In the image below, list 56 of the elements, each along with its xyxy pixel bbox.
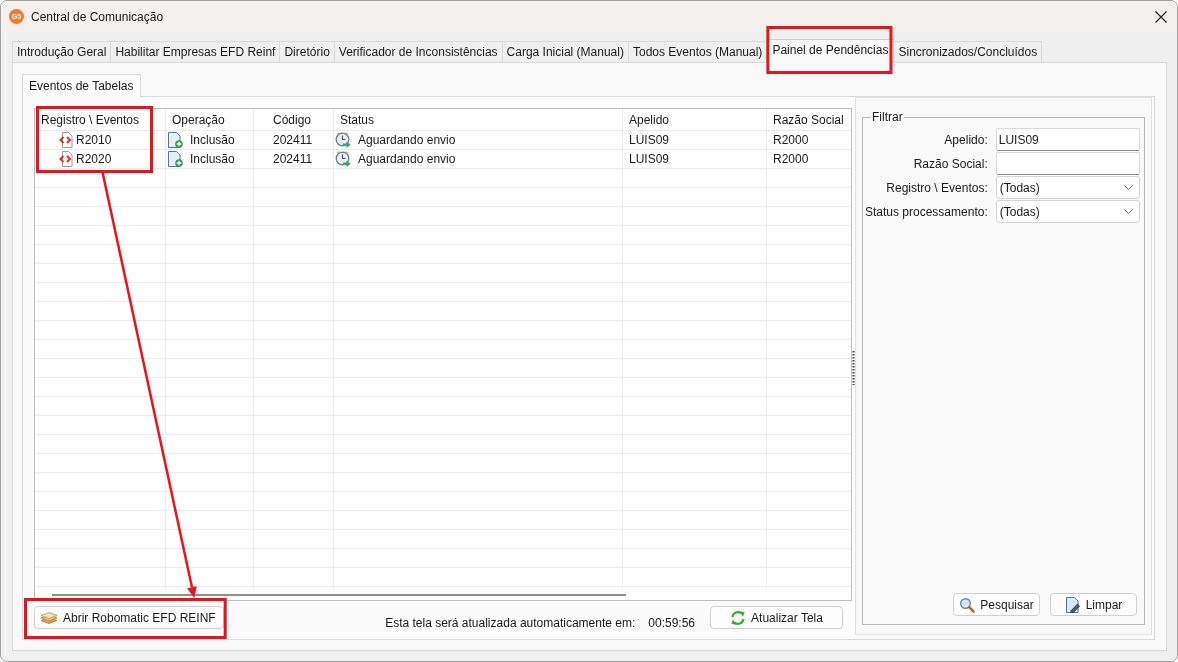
refresh-icon (730, 609, 747, 626)
close-icon (1155, 10, 1167, 23)
refresh-button[interactable]: Atualizar Tela (710, 606, 843, 629)
tab[interactable]: Introdução Geral (12, 41, 112, 62)
column-header[interactable]: Status (334, 109, 623, 130)
field-label: Apelido: (943, 132, 988, 147)
field-label: Registro \ Eventos: (885, 180, 988, 195)
chevron-down-icon (1123, 185, 1133, 190)
search-button[interactable]: Pesquisar (953, 593, 1040, 616)
document-add-icon (167, 132, 183, 148)
clock-icon (335, 151, 351, 167)
tab[interactable]: Habilitar Empresas EFD Reinf (110, 41, 281, 62)
table-cell: 202411 (273, 133, 313, 147)
code-file-icon (59, 132, 73, 148)
table-cell: 202411 (273, 152, 313, 166)
tab[interactable]: Todos Eventos (Manual) (627, 41, 768, 62)
field-label: Status processamento: (865, 204, 988, 219)
table-cell: Aguardando envio (358, 133, 456, 147)
column-header[interactable]: Registro \ Eventos (35, 109, 166, 130)
splitter-handle[interactable] (852, 351, 855, 385)
table-cell: R2000 (773, 152, 809, 166)
horizontal-scrollbar[interactable] (52, 593, 626, 596)
tab[interactable]: Eventos de Tabelas (22, 74, 141, 97)
close-button[interactable] (1154, 9, 1168, 24)
table-cell: R2000 (773, 133, 809, 147)
search-icon (959, 596, 976, 613)
table-cell: Inclusão (190, 152, 235, 166)
tab[interactable]: Carga Inicial (Manual) (501, 41, 629, 62)
table-cell: R2010 (76, 133, 112, 147)
window-title: Central de Comunicação (31, 9, 164, 24)
table-cell: R2020 (76, 152, 112, 166)
tab[interactable]: Painel de Pendências (766, 39, 895, 63)
column-header[interactable]: Código (254, 109, 334, 130)
column-header[interactable]: Operação (166, 109, 254, 130)
group-title: Filtrar (871, 110, 904, 124)
table-cell: LUIS09 (629, 152, 670, 166)
dropdown[interactable]: (Todas) (995, 200, 1140, 223)
tab[interactable]: Sincronizados/Concluídos (893, 41, 1043, 62)
text-field[interactable]: LUIS09 (995, 128, 1140, 151)
field-label: Razão Social: (912, 156, 988, 171)
table-cell: Aguardando envio (358, 152, 456, 166)
clock-icon (335, 132, 351, 148)
dropdown[interactable]: (Todas) (995, 176, 1140, 199)
auto-refresh-note: Esta tela será atualizada automaticamente em: (385, 616, 636, 630)
document-pencil-icon (1064, 596, 1081, 613)
clear-button[interactable]: Limpar (1050, 593, 1137, 616)
paper-stack-icon (40, 610, 58, 625)
countdown-timer: 00:59:56 (648, 616, 695, 630)
column-header[interactable]: Apelido (623, 109, 767, 130)
chevron-down-icon (1123, 209, 1133, 214)
table-cell: Inclusão (190, 133, 235, 147)
document-add-icon (167, 151, 183, 167)
table-cell: LUIS09 (629, 133, 670, 147)
text-field[interactable] (995, 152, 1140, 175)
code-file-icon (59, 151, 73, 167)
open-robomatic-button[interactable]: Abrir Robomatic EFD REINF (34, 606, 224, 629)
